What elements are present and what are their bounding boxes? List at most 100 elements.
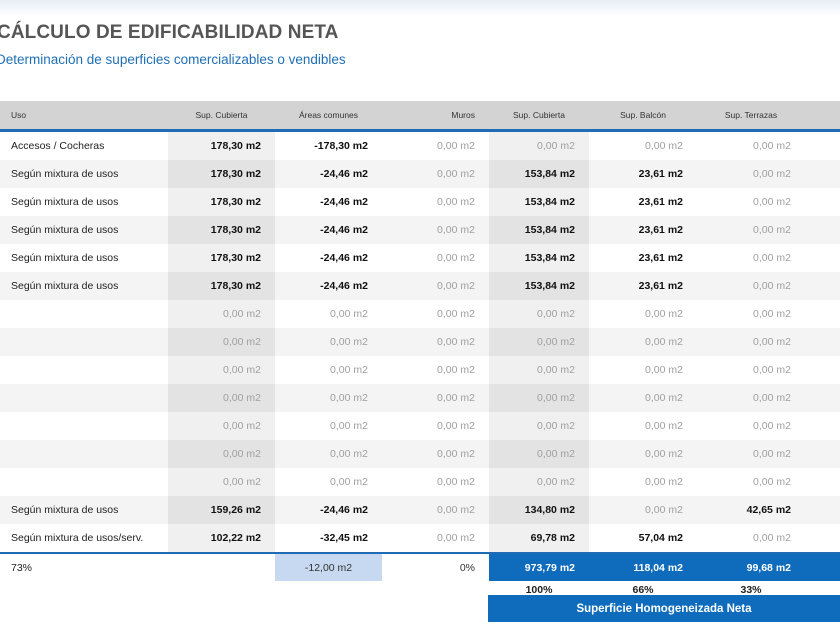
cell-sup-terrazas[interactable]: 0,00 m2 <box>697 188 805 216</box>
cell-areas-comunes[interactable]: -24,46 m2 <box>275 160 382 188</box>
cell-muros[interactable]: 0,00 m2 <box>382 412 489 440</box>
cell-areas-comunes[interactable]: 0,00 m2 <box>275 300 382 328</box>
cell-muros[interactable]: 0,00 m2 <box>382 356 489 384</box>
cell-muros[interactable]: 0,00 m2 <box>382 272 489 300</box>
cell-sup-cubierta-vendible[interactable]: 0,00 m2 <box>489 468 589 496</box>
cell-sup-cubierta[interactable]: 0,00 m2 <box>168 356 275 384</box>
cell-areas-comunes[interactable]: 0,00 m2 <box>275 440 382 468</box>
cell-sup-cubierta-vendible[interactable]: 0,00 m2 <box>489 440 589 468</box>
cell-muros[interactable]: 0,00 m2 <box>382 300 489 328</box>
cell-areas-comunes[interactable]: 0,00 m2 <box>275 328 382 356</box>
cell-sup-balcon[interactable]: 0,00 m2 <box>589 496 697 524</box>
cell-sup-balcon[interactable]: 23,61 m2 <box>589 160 697 188</box>
cell-areas-comunes[interactable]: -178,30 m2 <box>275 132 382 160</box>
cell-muros[interactable]: 0,00 m2 <box>382 216 489 244</box>
cell-uso[interactable]: Según mixtura de usos <box>0 160 168 188</box>
cell-sup-balcon[interactable]: 23,61 m2 <box>589 188 697 216</box>
cell-areas-comunes[interactable]: -24,46 m2 <box>275 216 382 244</box>
cell-sup-terrazas[interactable]: 0,00 m2 <box>697 272 805 300</box>
total-filler[interactable] <box>805 552 840 581</box>
cell-muros[interactable]: 0,00 m2 <box>382 188 489 216</box>
cell-sup-cubierta[interactable]: 178,30 m2 <box>168 244 275 272</box>
cell-sup-balcon[interactable]: 0,00 m2 <box>589 384 697 412</box>
cell-sup-balcon[interactable]: 0,00 m2 <box>589 356 697 384</box>
total-uso-percent[interactable]: 73% <box>0 552 168 581</box>
cell-sup-terrazas[interactable]: 0,00 m2 <box>697 468 805 496</box>
cell-sup-balcon[interactable]: 23,61 m2 <box>589 244 697 272</box>
cell-sup-terrazas[interactable]: 0,00 m2 <box>697 216 805 244</box>
cell-muros[interactable]: 0,00 m2 <box>382 384 489 412</box>
cell-sup-balcon[interactable]: 23,61 m2 <box>589 272 697 300</box>
cell-sup-cubierta[interactable]: 102,22 m2 <box>168 524 275 552</box>
cell-muros[interactable]: 0,00 m2 <box>382 160 489 188</box>
cell-muros[interactable]: 0,00 m2 <box>382 132 489 160</box>
cell-uso[interactable]: Según mixtura de usos <box>0 216 168 244</box>
cell-muros[interactable]: 0,00 m2 <box>382 468 489 496</box>
cell-sup-balcon[interactable]: 0,00 m2 <box>589 300 697 328</box>
cell-uso[interactable]: Según mixtura de usos/serv. <box>0 524 168 552</box>
cell-areas-comunes[interactable]: -24,46 m2 <box>275 272 382 300</box>
cell-sup-terrazas[interactable]: 0,00 m2 <box>697 132 805 160</box>
cell-sup-cubierta[interactable]: 159,26 m2 <box>168 496 275 524</box>
cell-sup-cubierta-vendible[interactable]: 0,00 m2 <box>489 132 589 160</box>
cell-uso[interactable] <box>0 412 168 440</box>
cell-uso[interactable] <box>0 440 168 468</box>
cell-sup-terrazas[interactable]: 0,00 m2 <box>697 356 805 384</box>
total-muros-percent[interactable]: 0% <box>382 552 489 581</box>
cell-sup-terrazas[interactable]: 0,00 m2 <box>697 524 805 552</box>
cell-muros[interactable]: 0,00 m2 <box>382 440 489 468</box>
total-sup-cubierta-vendible[interactable]: 973,79 m2 <box>489 552 589 581</box>
cell-sup-cubierta[interactable]: 178,30 m2 <box>168 216 275 244</box>
cell-areas-comunes[interactable]: 0,00 m2 <box>275 384 382 412</box>
cell-sup-balcon[interactable]: 0,00 m2 <box>589 328 697 356</box>
cell-areas-comunes[interactable]: -32,45 m2 <box>275 524 382 552</box>
cell-uso[interactable]: Según mixtura de usos <box>0 244 168 272</box>
cell-sup-cubierta-vendible[interactable]: 0,00 m2 <box>489 412 589 440</box>
total-sup-cubierta[interactable] <box>168 552 275 581</box>
cell-sup-terrazas[interactable]: 0,00 m2 <box>697 412 805 440</box>
cell-sup-balcon[interactable]: 0,00 m2 <box>589 412 697 440</box>
cell-sup-balcon[interactable]: 57,04 m2 <box>589 524 697 552</box>
cell-sup-cubierta[interactable]: 0,00 m2 <box>168 328 275 356</box>
total-sup-balcon[interactable]: 118,04 m2 <box>589 552 697 581</box>
cell-sup-terrazas[interactable]: 0,00 m2 <box>697 160 805 188</box>
cell-uso[interactable] <box>0 356 168 384</box>
cell-areas-comunes[interactable]: -24,46 m2 <box>275 188 382 216</box>
cell-uso[interactable] <box>0 384 168 412</box>
cell-sup-terrazas[interactable]: 0,00 m2 <box>697 244 805 272</box>
cell-sup-cubierta-vendible[interactable]: 69,78 m2 <box>489 524 589 552</box>
cell-uso[interactable]: Según mixtura de usos <box>0 188 168 216</box>
cell-sup-cubierta-vendible[interactable]: 153,84 m2 <box>489 216 589 244</box>
cell-uso[interactable]: Según mixtura de usos <box>0 496 168 524</box>
cell-uso[interactable]: Accesos / Cocheras <box>0 132 168 160</box>
cell-areas-comunes[interactable]: 0,00 m2 <box>275 356 382 384</box>
cell-sup-cubierta[interactable]: 0,00 m2 <box>168 412 275 440</box>
cell-sup-balcon[interactable]: 0,00 m2 <box>589 440 697 468</box>
cell-muros[interactable]: 0,00 m2 <box>382 496 489 524</box>
cell-sup-cubierta-vendible[interactable]: 0,00 m2 <box>489 300 589 328</box>
cell-sup-balcon[interactable]: 23,61 m2 <box>589 216 697 244</box>
cell-areas-comunes[interactable]: 0,00 m2 <box>275 468 382 496</box>
cell-areas-comunes[interactable]: 0,00 m2 <box>275 412 382 440</box>
cell-sup-terrazas[interactable]: 0,00 m2 <box>697 440 805 468</box>
cell-sup-cubierta-vendible[interactable]: 0,00 m2 <box>489 356 589 384</box>
cell-sup-cubierta[interactable]: 0,00 m2 <box>168 300 275 328</box>
cell-sup-cubierta[interactable]: 178,30 m2 <box>168 132 275 160</box>
cell-sup-balcon[interactable]: 0,00 m2 <box>589 468 697 496</box>
cell-sup-cubierta-vendible[interactable]: 134,80 m2 <box>489 496 589 524</box>
cell-sup-cubierta[interactable]: 178,30 m2 <box>168 160 275 188</box>
cell-uso[interactable]: Según mixtura de usos <box>0 272 168 300</box>
cell-areas-comunes[interactable]: -24,46 m2 <box>275 496 382 524</box>
cell-sup-cubierta[interactable]: 178,30 m2 <box>168 188 275 216</box>
cell-sup-cubierta[interactable]: 0,00 m2 <box>168 440 275 468</box>
total-areas-comunes[interactable]: -12,00 m2 <box>275 552 382 581</box>
cell-sup-cubierta-vendible[interactable]: 0,00 m2 <box>489 384 589 412</box>
cell-sup-cubierta[interactable]: 178,30 m2 <box>168 272 275 300</box>
cell-sup-cubierta[interactable]: 0,00 m2 <box>168 384 275 412</box>
cell-sup-cubierta-vendible[interactable]: 153,84 m2 <box>489 244 589 272</box>
cell-areas-comunes[interactable]: -24,46 m2 <box>275 244 382 272</box>
cell-uso[interactable] <box>0 468 168 496</box>
cell-sup-terrazas[interactable]: 0,00 m2 <box>697 384 805 412</box>
cell-sup-cubierta-vendible[interactable]: 153,84 m2 <box>489 272 589 300</box>
cell-sup-cubierta[interactable]: 0,00 m2 <box>168 468 275 496</box>
